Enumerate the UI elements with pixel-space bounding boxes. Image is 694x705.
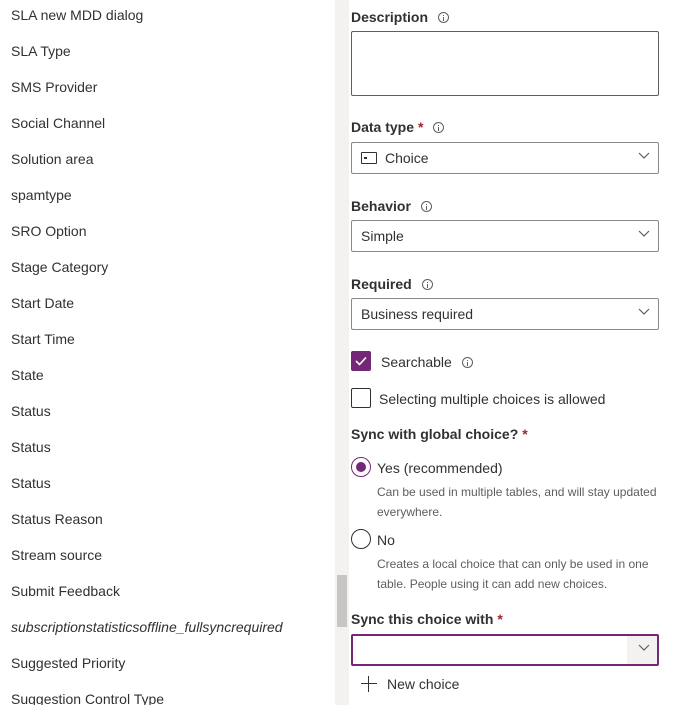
list-item[interactable]: SLA new MDD dialog xyxy=(11,6,143,24)
behavior-value: Simple xyxy=(361,228,404,244)
required-mark: * xyxy=(418,119,424,135)
data-type-dropdown[interactable]: Choice xyxy=(351,142,659,174)
sync-with-label: Sync this choice with * xyxy=(351,611,503,627)
list-item[interactable]: SMS Provider xyxy=(11,78,97,96)
multiple-choices-checkbox[interactable] xyxy=(351,388,371,408)
list-item[interactable]: SRO Option xyxy=(11,222,86,240)
list-item[interactable]: subscriptionstatisticsoffline_fullsyncre… xyxy=(11,618,283,636)
sync-no-description: Creates a local choice that can only be … xyxy=(377,557,649,591)
list-item[interactable]: State xyxy=(11,366,44,384)
chevron-down-icon xyxy=(638,152,650,162)
list-item[interactable]: Social Channel xyxy=(11,114,105,132)
list-item[interactable]: spamtype xyxy=(11,186,72,204)
list-item[interactable]: Status xyxy=(11,438,51,456)
behavior-dropdown[interactable]: Simple xyxy=(351,220,659,252)
list-item[interactable]: Suggestion Control Type xyxy=(11,690,164,705)
list-item[interactable]: Start Date xyxy=(11,294,74,312)
description-textarea[interactable] xyxy=(351,31,659,96)
info-icon[interactable] xyxy=(438,11,450,23)
scrollbar-thumb[interactable] xyxy=(337,575,347,627)
data-type-value: Choice xyxy=(385,150,429,166)
plus-icon xyxy=(361,676,377,692)
required-mark: * xyxy=(497,611,503,627)
required-label: Required xyxy=(351,275,433,293)
sync-with-dropdown[interactable] xyxy=(351,634,659,666)
sync-yes-description: Can be used in multiple tables, and will… xyxy=(377,485,657,519)
new-choice-button[interactable]: New choice xyxy=(361,676,459,692)
choice-type-icon xyxy=(361,152,377,164)
info-icon[interactable] xyxy=(421,278,433,290)
chevron-down-icon xyxy=(638,308,650,318)
list-item[interactable]: Start Time xyxy=(11,330,75,348)
new-choice-label: New choice xyxy=(387,676,460,692)
required-value: Business required xyxy=(361,306,474,322)
list-item[interactable]: Status xyxy=(11,402,51,420)
sync-no-label[interactable]: No xyxy=(377,531,395,549)
description-label: Description xyxy=(351,8,450,26)
list-item[interactable]: SLA Type xyxy=(11,42,71,60)
chevron-down-icon xyxy=(638,230,650,240)
choice-list: SLA new MDD dialog SLA Type SMS Provider… xyxy=(0,0,335,705)
list-item[interactable]: Suggested Priority xyxy=(11,654,125,672)
data-type-label: Data type * xyxy=(351,118,445,136)
sync-yes-label[interactable]: Yes (recommended) xyxy=(377,459,503,477)
searchable-label: Searchable xyxy=(381,353,473,371)
info-icon[interactable] xyxy=(433,121,445,133)
list-item[interactable]: Submit Feedback xyxy=(11,582,120,600)
list-item[interactable]: Stage Category xyxy=(11,258,108,276)
sync-no-radio[interactable] xyxy=(351,529,371,549)
checkmark-icon xyxy=(355,356,367,366)
required-mark: * xyxy=(522,426,528,442)
info-icon[interactable] xyxy=(420,200,432,212)
chevron-down-icon xyxy=(638,644,650,654)
list-item[interactable]: Solution area xyxy=(11,150,94,168)
required-dropdown[interactable]: Business required xyxy=(351,298,659,330)
list-item[interactable]: Status xyxy=(11,474,51,492)
sync-yes-radio[interactable] xyxy=(351,457,371,477)
list-item[interactable]: Stream source xyxy=(11,546,102,564)
behavior-label: Behavior xyxy=(351,197,432,215)
multiple-choices-label: Selecting multiple choices is allowed xyxy=(379,391,606,407)
list-scrollbar[interactable] xyxy=(335,0,349,705)
info-icon[interactable] xyxy=(461,356,473,368)
list-item[interactable]: Status Reason xyxy=(11,510,103,528)
sync-global-label: Sync with global choice? * xyxy=(351,426,528,442)
searchable-checkbox[interactable] xyxy=(351,351,371,371)
